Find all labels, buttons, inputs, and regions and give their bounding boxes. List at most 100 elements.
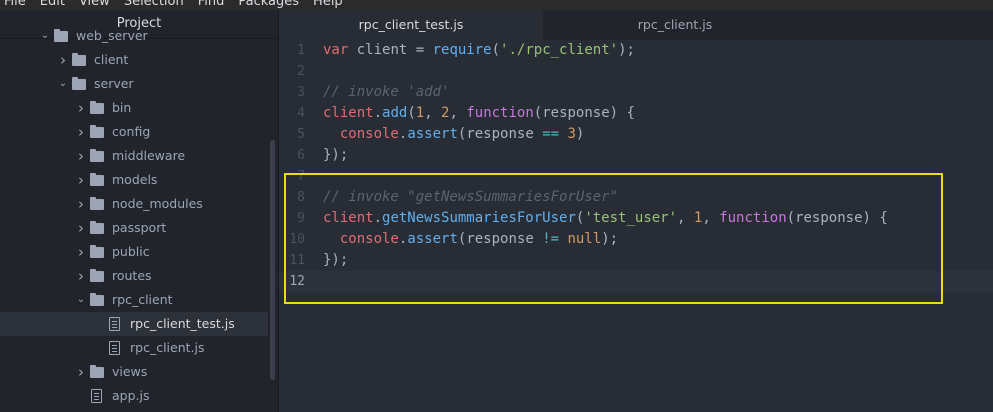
project-sidebar: Project ⌄ web_server › client ⌄ server › bin › co… [0,10,279,412]
code-token: (response [457,126,543,142]
code-token: , [424,105,442,121]
chevron-right-icon[interactable]: › [76,192,86,216]
tree-item-client[interactable]: › client [0,48,268,72]
line-number: 1 [297,43,305,58]
tree-item-label: client [94,52,129,67]
chevron-right-icon[interactable]: › [76,144,86,168]
tree-item-label: middleware [112,148,186,163]
code-token: require [432,42,492,58]
tree-item-label: app.js [112,388,150,403]
file-icon [91,389,102,403]
highlight-box [284,173,943,304]
folder-icon [90,149,104,162]
chevron-right-icon[interactable]: › [76,240,86,264]
code-line: // invoke 'add' [323,82,449,103]
code-token: function [466,105,534,121]
tree-item-bin[interactable]: › bin [0,96,268,120]
file-icon [109,341,120,355]
tree-item-passport[interactable]: › passport [0,216,268,240]
menu-items: File Edit View Selection Find Packages Help [4,0,357,9]
line-number: 3 [297,85,305,100]
menu-find[interactable]: Find [198,0,225,9]
code-token: . [373,105,383,121]
menu-edit[interactable]: Edit [40,0,65,9]
code-line: }); [323,145,348,166]
tree-item-label: passport [112,220,167,235]
chevron-down-icon[interactable]: ⌄ [58,72,68,96]
code-token: }); [323,147,349,163]
tree-item-views[interactable]: › views [0,360,268,384]
code-token: var [323,42,349,58]
code-line: var client = require('./rpc_client'); [323,40,635,61]
menu-view[interactable]: View [79,0,110,9]
folder-icon [90,125,104,138]
tree-item-label: bin [112,100,132,115]
chevron-down-icon[interactable]: ⌄ [76,288,86,312]
tree-item-label: routes [112,268,152,283]
chevron-right-icon[interactable]: › [76,120,86,144]
chevron-right-icon[interactable]: › [76,216,86,240]
tree-item-rpc-client[interactable]: ⌄ rpc_client [0,288,268,312]
menu-bar: File Edit View Selection Find Packages Help [0,0,993,10]
tree-item-node-modules[interactable]: › node_modules [0,192,268,216]
code-line: client.add(1, 2, function(response) { [323,103,635,124]
folder-icon [90,269,104,282]
code-token: assert [407,126,458,142]
code-token: ( [491,42,501,58]
chevron-right-icon[interactable]: › [76,264,86,288]
folder-icon [90,293,104,306]
code-token: (response) { [533,105,635,121]
folder-icon [90,221,104,234]
tree-item-routes[interactable]: › routes [0,264,268,288]
folder-icon [90,365,104,378]
tree-item-label: rpc_client [112,292,173,307]
folder-icon [90,197,104,210]
tab-rpc-client[interactable]: rpc_client.js [543,10,807,40]
tree-item-label: rpc_client_test.js [130,316,235,331]
code-token: == [542,126,560,142]
code-token: 3 [567,126,576,142]
tree-item-label: web_server [76,28,148,43]
code-token: client [323,105,374,121]
chevron-right-icon[interactable]: › [76,96,86,120]
tree-item-label: rpc_client.js [130,340,205,355]
tree-item-label: views [112,364,148,379]
tree-item-label: node_modules [112,196,203,211]
tree-item-models[interactable]: › models [0,168,268,192]
chevron-right-icon[interactable]: › [76,168,86,192]
folder-icon [54,29,68,42]
tree-item-app-js[interactable]: app.js [0,384,268,408]
chevron-down-icon[interactable]: ⌄ [40,24,50,48]
code-token: 1 [415,105,425,121]
folder-icon [90,101,104,114]
code-token: add [382,105,408,121]
tree-item-rpc-client-js[interactable]: rpc_client.js [0,336,268,360]
folder-icon [72,53,86,66]
tree-item-middleware[interactable]: › middleware [0,144,268,168]
chevron-right-icon[interactable]: › [76,360,86,384]
menu-packages[interactable]: Packages [238,0,299,9]
line-number: 2 [297,64,305,79]
tree-item-config[interactable]: › config [0,120,268,144]
tree-item-web-server[interactable]: ⌄ web_server [0,24,268,48]
tree-item-rpc-client-test-js[interactable]: rpc_client_test.js [0,312,268,336]
code-token: ( [407,105,416,121]
tab-bar: rpc_client_test.js rpc_client.js [279,10,993,41]
chevron-right-icon[interactable]: › [58,48,68,72]
folder-icon [90,173,104,186]
tab-rpc-client-test[interactable]: rpc_client_test.js [279,10,543,40]
menu-selection[interactable]: Selection [124,0,184,9]
tree-item-server[interactable]: ⌄ server [0,72,268,96]
file-icon [109,317,120,331]
code-token: ) [575,126,585,142]
tree-item-label: config [112,124,151,139]
sidebar-scrollbar[interactable] [270,140,275,380]
code-line: console.assert(response == 3) [323,124,585,145]
tree-item-public[interactable]: › public [0,240,268,264]
menu-file[interactable]: File [4,0,26,9]
menu-help[interactable]: Help [313,0,343,9]
code-token: console [339,126,399,142]
code-token: './rpc_client' [500,42,619,58]
line-number: 4 [297,106,305,121]
